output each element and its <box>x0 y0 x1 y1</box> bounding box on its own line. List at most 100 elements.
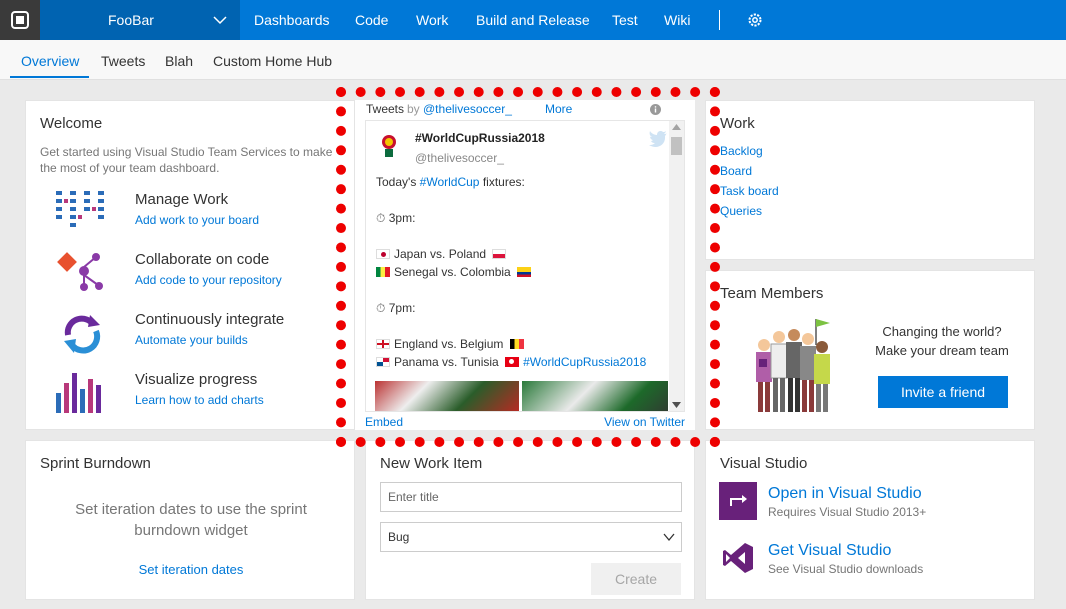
tab-tweets[interactable]: Tweets <box>101 53 145 69</box>
team-message-line-2: Make your dream team <box>875 343 1009 358</box>
tweet-photo-1[interactable] <box>375 381 519 411</box>
worldcup-hashtag-link[interactable]: #WorldCup <box>420 175 480 189</box>
nav-dashboards[interactable]: Dashboards <box>254 12 330 28</box>
nav-wiki[interactable]: Wiki <box>664 12 690 28</box>
tweets-by: by <box>407 102 420 116</box>
welcome-widget: Welcome Get started using Visual Studio … <box>25 100 355 430</box>
welcome-item-visualize: Visualize progress Learn how to add char… <box>40 371 340 421</box>
visual-studio-logo-icon[interactable] <box>721 541 755 575</box>
new-work-item-widget: New Work Item Bug Create <box>365 440 695 600</box>
welcome-item-manage-work: Manage Work Add work to your board <box>40 191 340 241</box>
sprint-burndown-widget: Sprint Burndown Set iteration dates to u… <box>25 440 355 600</box>
tab-custom-home-hub[interactable]: Custom Home Hub <box>213 53 332 69</box>
board-link[interactable]: Board <box>720 164 752 178</box>
tweets-header: Tweets by @thelivesoccer_ More <box>355 100 685 120</box>
set-iteration-dates-link[interactable]: Set iteration dates <box>26 562 356 577</box>
team-message-line-1: Changing the world? <box>882 324 1002 339</box>
tweet-time-2: ⏱ 7pm: <box>376 301 416 315</box>
gear-icon[interactable] <box>746 11 764 29</box>
queries-link[interactable]: Queries <box>720 204 762 218</box>
tweets-label: Tweets <box>366 102 405 116</box>
git-branch-icon <box>57 252 103 291</box>
kanban-board-icon <box>56 191 104 227</box>
chevron-down-icon <box>663 533 675 542</box>
team-members-widget: Team Members Changing the world? Make yo… <box>705 270 1035 430</box>
top-bar: FooBar Dashboards Code Work Build and Re… <box>0 0 1066 40</box>
welcome-item-title: Visualize progress <box>135 371 258 388</box>
tweet-author-handle: @thelivesoccer_ <box>415 151 504 165</box>
england-flag-icon <box>376 339 390 349</box>
tweet-intro: Today's #WorldCup fixtures: <box>376 175 525 189</box>
nav-code[interactable]: Code <box>355 12 388 28</box>
bar-chart-icon <box>56 373 101 413</box>
embed-link[interactable]: Embed <box>365 415 403 429</box>
belgium-flag-icon <box>509 339 524 349</box>
senegal-flag-icon <box>376 267 390 277</box>
tweet-photo-2[interactable] <box>522 381 668 411</box>
add-code-link[interactable]: Add code to your repository <box>135 273 282 287</box>
tunisia-flag-icon <box>505 357 520 367</box>
project-name: FooBar <box>108 12 154 28</box>
welcome-title: Welcome <box>40 115 103 132</box>
work-title: Work <box>720 115 755 132</box>
active-tab-indicator <box>10 76 89 78</box>
worldcup-russia-hashtag-link[interactable]: #WorldCupRussia2018 <box>523 355 646 369</box>
open-in-vs-icon[interactable] <box>719 482 757 520</box>
vs-downloads-text: See Visual Studio downloads <box>768 562 924 576</box>
open-in-vs-requirement: Requires Visual Studio 2013+ <box>768 505 927 519</box>
panama-flag-icon <box>376 357 390 367</box>
tweet-scrollbar[interactable] <box>669 121 684 411</box>
work-widget: Work Backlog Board Task board Queries <box>705 100 1035 260</box>
tweets-widget: Tweets by @thelivesoccer_ More #WorldCup… <box>355 100 695 430</box>
add-work-link[interactable]: Add work to your board <box>135 213 259 227</box>
task-board-link[interactable]: Task board <box>720 184 779 198</box>
visual-studio-widget: Visual Studio Open in Visual Studio Requ… <box>705 440 1035 600</box>
scrollbar-thumb[interactable] <box>671 137 682 155</box>
work-item-type-select[interactable]: Bug <box>380 522 682 552</box>
welcome-item-collaborate: Collaborate on code Add code to your rep… <box>40 251 340 301</box>
tweets-handle-link[interactable]: @thelivesoccer_ <box>423 102 512 116</box>
automate-builds-link[interactable]: Automate your builds <box>135 333 248 347</box>
sprint-burndown-title: Sprint Burndown <box>40 455 151 472</box>
tweets-more-link[interactable]: More <box>545 102 572 116</box>
invite-friend-button[interactable]: Invite a friend <box>878 376 1008 408</box>
create-button[interactable]: Create <box>591 563 681 595</box>
view-on-twitter-link[interactable]: View on Twitter <box>604 415 685 429</box>
tweet-match-3: England vs. Belgium <box>376 337 528 351</box>
tweet-timeline[interactable]: #WorldCupRussia2018 @thelivesoccer_ Toda… <box>365 120 685 412</box>
project-selector[interactable]: FooBar <box>40 0 240 40</box>
welcome-description: Get started using Visual Studio Team Ser… <box>40 145 333 175</box>
vsts-logo-icon[interactable] <box>0 0 40 40</box>
new-work-item-title: New Work Item <box>380 455 483 472</box>
nav-build-and-release[interactable]: Build and Release <box>476 12 590 28</box>
scroll-down-icon[interactable] <box>672 402 681 408</box>
tweet-author-name: #WorldCupRussia2018 <box>415 131 545 145</box>
add-charts-link[interactable]: Learn how to add charts <box>135 393 264 407</box>
get-visual-studio-link[interactable]: Get Visual Studio <box>768 542 891 560</box>
stopwatch-icon: ⏱ <box>376 301 386 315</box>
colombia-flag-icon <box>517 267 532 277</box>
sprint-burndown-message: Set iteration dates to use the sprint bu… <box>75 501 307 539</box>
tweet-time-1: ⏱ 3pm: <box>376 211 416 225</box>
tweet-match-4: Panama vs. Tunisia #WorldCupRussia2018 <box>376 355 646 369</box>
build-cycle-icon <box>64 315 101 354</box>
backlog-link[interactable]: Backlog <box>720 144 763 158</box>
welcome-item-title: Collaborate on code <box>135 251 270 268</box>
nav-divider <box>719 10 720 30</box>
tweets-footer: Embed View on Twitter <box>355 412 685 430</box>
work-item-title-input[interactable] <box>380 482 682 512</box>
chevron-down-icon <box>213 16 227 25</box>
stopwatch-icon: ⏱ <box>376 211 386 225</box>
welcome-item-integrate: Continuously integrate Automate your bui… <box>40 311 340 361</box>
nav-test[interactable]: Test <box>612 12 638 28</box>
scroll-up-icon[interactable] <box>672 124 681 130</box>
tab-overview[interactable]: Overview <box>21 53 79 69</box>
japan-flag-icon <box>376 249 390 259</box>
twitter-bird-icon <box>649 131 667 147</box>
tab-blah[interactable]: Blah <box>165 53 193 69</box>
visual-studio-title: Visual Studio <box>720 455 808 472</box>
poland-flag-icon <box>492 249 507 259</box>
open-in-visual-studio-link[interactable]: Open in Visual Studio <box>768 485 922 503</box>
info-icon[interactable] <box>650 104 661 115</box>
nav-work[interactable]: Work <box>416 12 448 28</box>
